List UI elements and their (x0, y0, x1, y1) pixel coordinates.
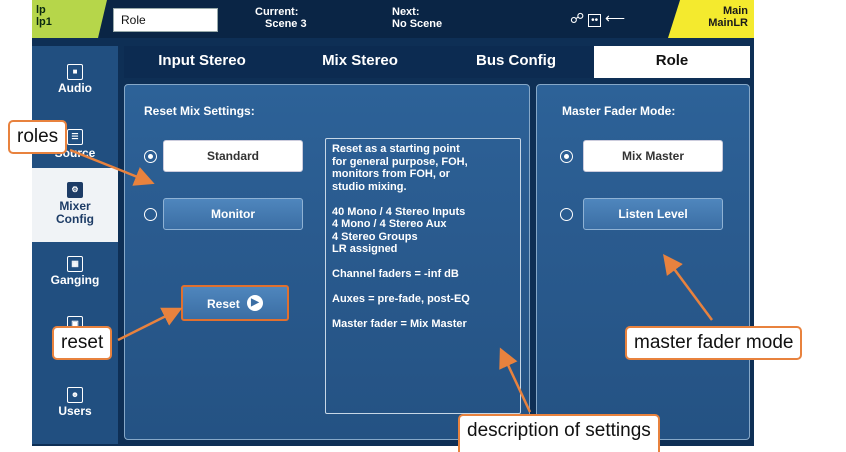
description-arrow (499, 347, 532, 413)
callout-roles: roles (8, 120, 68, 154)
reset-arrow (117, 307, 183, 342)
callout-master-fader-mode: master fader mode (625, 326, 803, 360)
callout-reset: reset (52, 326, 113, 360)
callout-description: description of settings (458, 414, 660, 452)
callout-arrows (69, 148, 714, 413)
roles-arrow (69, 148, 155, 186)
master-arrow (663, 253, 714, 321)
